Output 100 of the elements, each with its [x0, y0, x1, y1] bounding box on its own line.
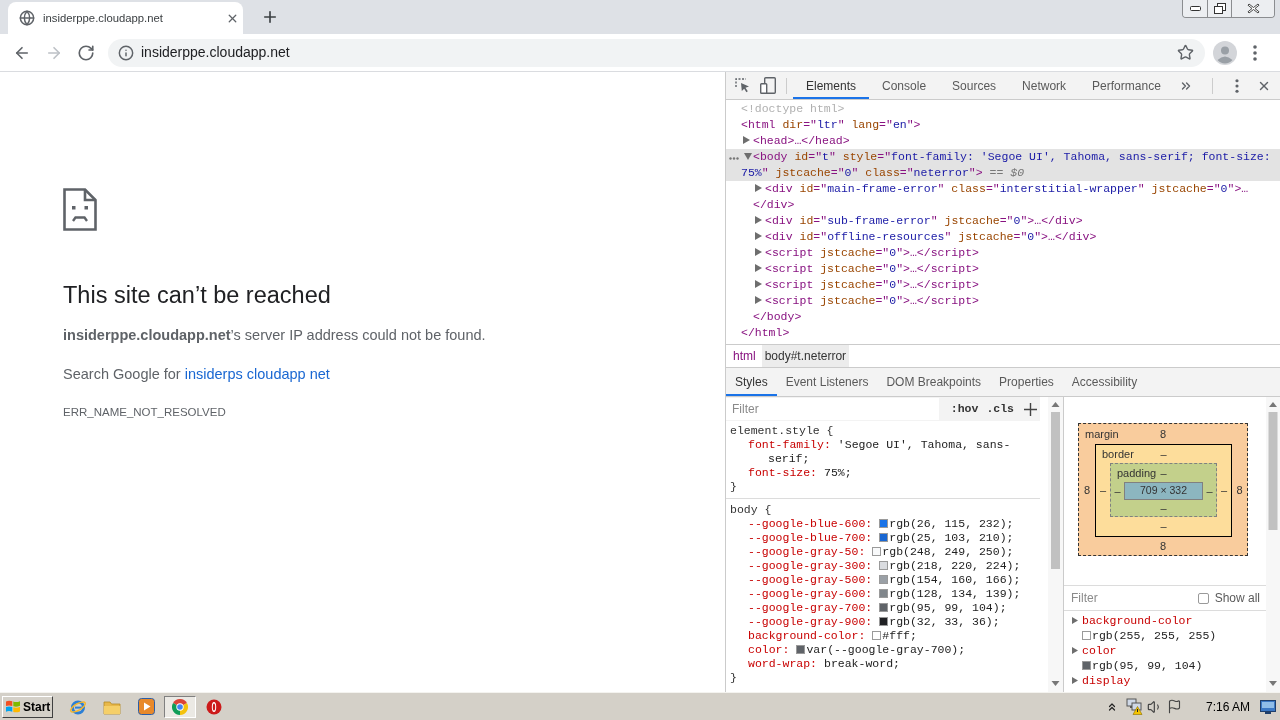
- panel-tab[interactable]: Properties: [990, 368, 1063, 396]
- rule-selector[interactable]: body {: [730, 503, 772, 516]
- devtools-tab[interactable]: Performance: [1079, 72, 1174, 99]
- box-model-value[interactable]: –: [1160, 464, 1167, 482]
- box-model-value[interactable]: –: [1114, 482, 1121, 500]
- css-declaration[interactable]: color: var(--google-gray-700);: [748, 643, 966, 657]
- style-toggle[interactable]: :hov: [950, 400, 979, 418]
- flag-icon[interactable]: [1166, 699, 1182, 714]
- profile-button[interactable]: [1213, 40, 1237, 65]
- devtools-tab[interactable]: Network: [1009, 72, 1080, 99]
- dom-closing-tag[interactable]: </html>: [741, 326, 790, 339]
- scrollbar[interactable]: [1266, 397, 1280, 692]
- show-all-checkbox[interactable]: [1197, 592, 1209, 604]
- devtools-tab[interactable]: Sources: [939, 72, 1010, 99]
- devtools-tab[interactable]: Elements: [793, 72, 870, 99]
- collapsed-arrow-icon[interactable]: [755, 184, 762, 192]
- collapsed-arrow-icon[interactable]: [755, 280, 762, 288]
- inspect-button[interactable]: [734, 77, 750, 94]
- collapsed-arrow-icon[interactable]: [1072, 617, 1078, 624]
- box-model-value[interactable]: –: [1099, 481, 1107, 499]
- collapsed-arrow-icon[interactable]: [755, 296, 762, 304]
- swatch-icon[interactable]: [879, 519, 889, 528]
- address-bar[interactable]: insiderppe.cloudapp.net: [108, 38, 1205, 67]
- swatch-icon[interactable]: [879, 589, 889, 598]
- box-model-value[interactable]: 8: [1159, 425, 1167, 443]
- swatch-icon[interactable]: [879, 575, 889, 584]
- dom-node[interactable]: <body id="t" style="font-family: 'Segoe UI', Tahoma, sans-serif; font-size: 75%" jstcache="0" class="neterror"> == $0: [741, 149, 1280, 181]
- dom-node[interactable]: <div id="main-frame-error" class="interstitial-wrapper" jstcache="0">… </div>: [753, 181, 1280, 213]
- info-icon[interactable]: [118, 44, 134, 61]
- dom-node[interactable]: <div id="sub-frame-error" jstcache="0">…</div>: [753, 213, 1083, 229]
- start-button[interactable]: Start: [2, 695, 53, 718]
- css-declaration[interactable]: font-family: 'Segoe UI', Tahoma, sans-serif;: [748, 438, 1040, 466]
- clock[interactable]: 7:16 AM: [1205, 697, 1250, 716]
- collapsed-arrow-icon[interactable]: [755, 248, 762, 256]
- browser-tab[interactable]: insiderppe.cloudapp.net: [8, 2, 243, 34]
- panel-tab[interactable]: DOM Breakpoints: [877, 368, 991, 396]
- swatch-icon[interactable]: [1082, 661, 1091, 670]
- swatch-icon[interactable]: [1082, 631, 1091, 640]
- box-model-value[interactable]: 8: [1236, 482, 1243, 499]
- box-model-value[interactable]: –: [1220, 481, 1228, 499]
- styles-filter-input[interactable]: Filter: [726, 398, 939, 420]
- window-close-button[interactable]: [1232, 0, 1274, 17]
- style-toggle[interactable]: .cls: [986, 400, 1014, 418]
- devtools-tab[interactable]: Console: [869, 72, 940, 99]
- content-box[interactable]: 709 × 332: [1124, 482, 1203, 500]
- breadcrumb[interactable]: body#t.neterror: [761, 345, 850, 367]
- swatch-icon[interactable]: [879, 603, 889, 612]
- dom-node[interactable]: <div id="offline-resources" jstcache="0">…</div>: [753, 229, 1097, 245]
- panel-tab[interactable]: Event Listeners: [776, 368, 878, 396]
- computed-property-name[interactable]: background-color: [1082, 613, 1193, 628]
- breadcrumb[interactable]: html: [730, 345, 759, 367]
- collapsed-arrow-icon[interactable]: [1072, 647, 1078, 654]
- dots-icon[interactable]: [729, 157, 739, 160]
- device-toolbar-button[interactable]: [760, 77, 776, 94]
- swatch-icon[interactable]: [879, 533, 889, 542]
- collapsed-arrow-icon[interactable]: [743, 136, 750, 144]
- css-declaration[interactable]: word-wrap: break-word;: [748, 657, 900, 671]
- dom-node[interactable]: <script jstcache="0">…</script>: [753, 277, 979, 293]
- css-declaration[interactable]: background-color: #fff;: [748, 629, 917, 643]
- css-declaration[interactable]: --google-gray-700: rgb(95, 99, 104);: [748, 601, 1007, 615]
- box-model-value[interactable]: –: [1206, 482, 1213, 500]
- collapsed-arrow-icon[interactable]: [755, 216, 762, 224]
- collapsed-arrow-icon[interactable]: [1072, 677, 1078, 684]
- box-model-value[interactable]: –: [1160, 445, 1167, 463]
- new-rule-button[interactable]: [1022, 401, 1038, 417]
- star-icon[interactable]: [1177, 44, 1194, 61]
- search-link[interactable]: insiderps cloudapp net: [184, 366, 330, 382]
- css-declaration[interactable]: --google-gray-300: rgb(218, 220, 224);: [748, 559, 1021, 573]
- minimize-button[interactable]: [1183, 0, 1208, 17]
- css-declaration[interactable]: --google-gray-50: rgb(248, 249, 250);: [748, 545, 1014, 559]
- box-model-value[interactable]: –: [1160, 499, 1167, 516]
- box-model-value[interactable]: 8: [1083, 482, 1091, 499]
- swatch-icon[interactable]: [872, 631, 882, 640]
- rule-selector[interactable]: element.style {: [730, 424, 834, 437]
- swatch-icon[interactable]: [879, 617, 889, 626]
- panel-tab[interactable]: Accessibility: [1062, 368, 1147, 396]
- box-model-value[interactable]: 8: [1159, 538, 1167, 555]
- computed-property-name[interactable]: color: [1082, 643, 1117, 658]
- dom-node[interactable]: <script jstcache="0">…</script>: [753, 261, 979, 277]
- dom-node[interactable]: <head>…</head>: [741, 133, 850, 149]
- scrollbar[interactable]: [1048, 397, 1063, 692]
- dom-node[interactable]: <html dir="ltr" lang="en">: [729, 117, 921, 133]
- swatch-icon[interactable]: [796, 645, 806, 654]
- taskbar-app-button[interactable]: [164, 695, 196, 718]
- expanded-arrow-icon[interactable]: [744, 153, 752, 160]
- dom-closing-tag[interactable]: </body>: [753, 310, 802, 323]
- css-declaration[interactable]: font-size: 75%;: [748, 466, 852, 480]
- css-declaration[interactable]: --google-gray-900: rgb(32, 33, 36);: [748, 615, 1000, 629]
- css-declaration[interactable]: --google-blue-700: rgb(25, 103, 210);: [748, 531, 1014, 545]
- dom-node[interactable]: <script jstcache="0">…</script>: [753, 245, 979, 261]
- desktop-icon[interactable]: [1260, 699, 1276, 714]
- css-declaration[interactable]: --google-blue-600: rgb(26, 115, 232);: [748, 517, 1014, 531]
- network-warning-icon[interactable]: [1125, 698, 1143, 715]
- swatch-icon[interactable]: [879, 561, 889, 570]
- dom-node[interactable]: <script jstcache="0">…</script>: [753, 293, 979, 309]
- css-declaration[interactable]: --google-gray-600: rgb(128, 134, 139);: [748, 587, 1021, 601]
- computed-property-name[interactable]: display: [1082, 673, 1131, 688]
- box-model-value[interactable]: –: [1160, 518, 1167, 535]
- collapsed-arrow-icon[interactable]: [755, 232, 762, 240]
- swatch-icon[interactable]: [872, 547, 882, 556]
